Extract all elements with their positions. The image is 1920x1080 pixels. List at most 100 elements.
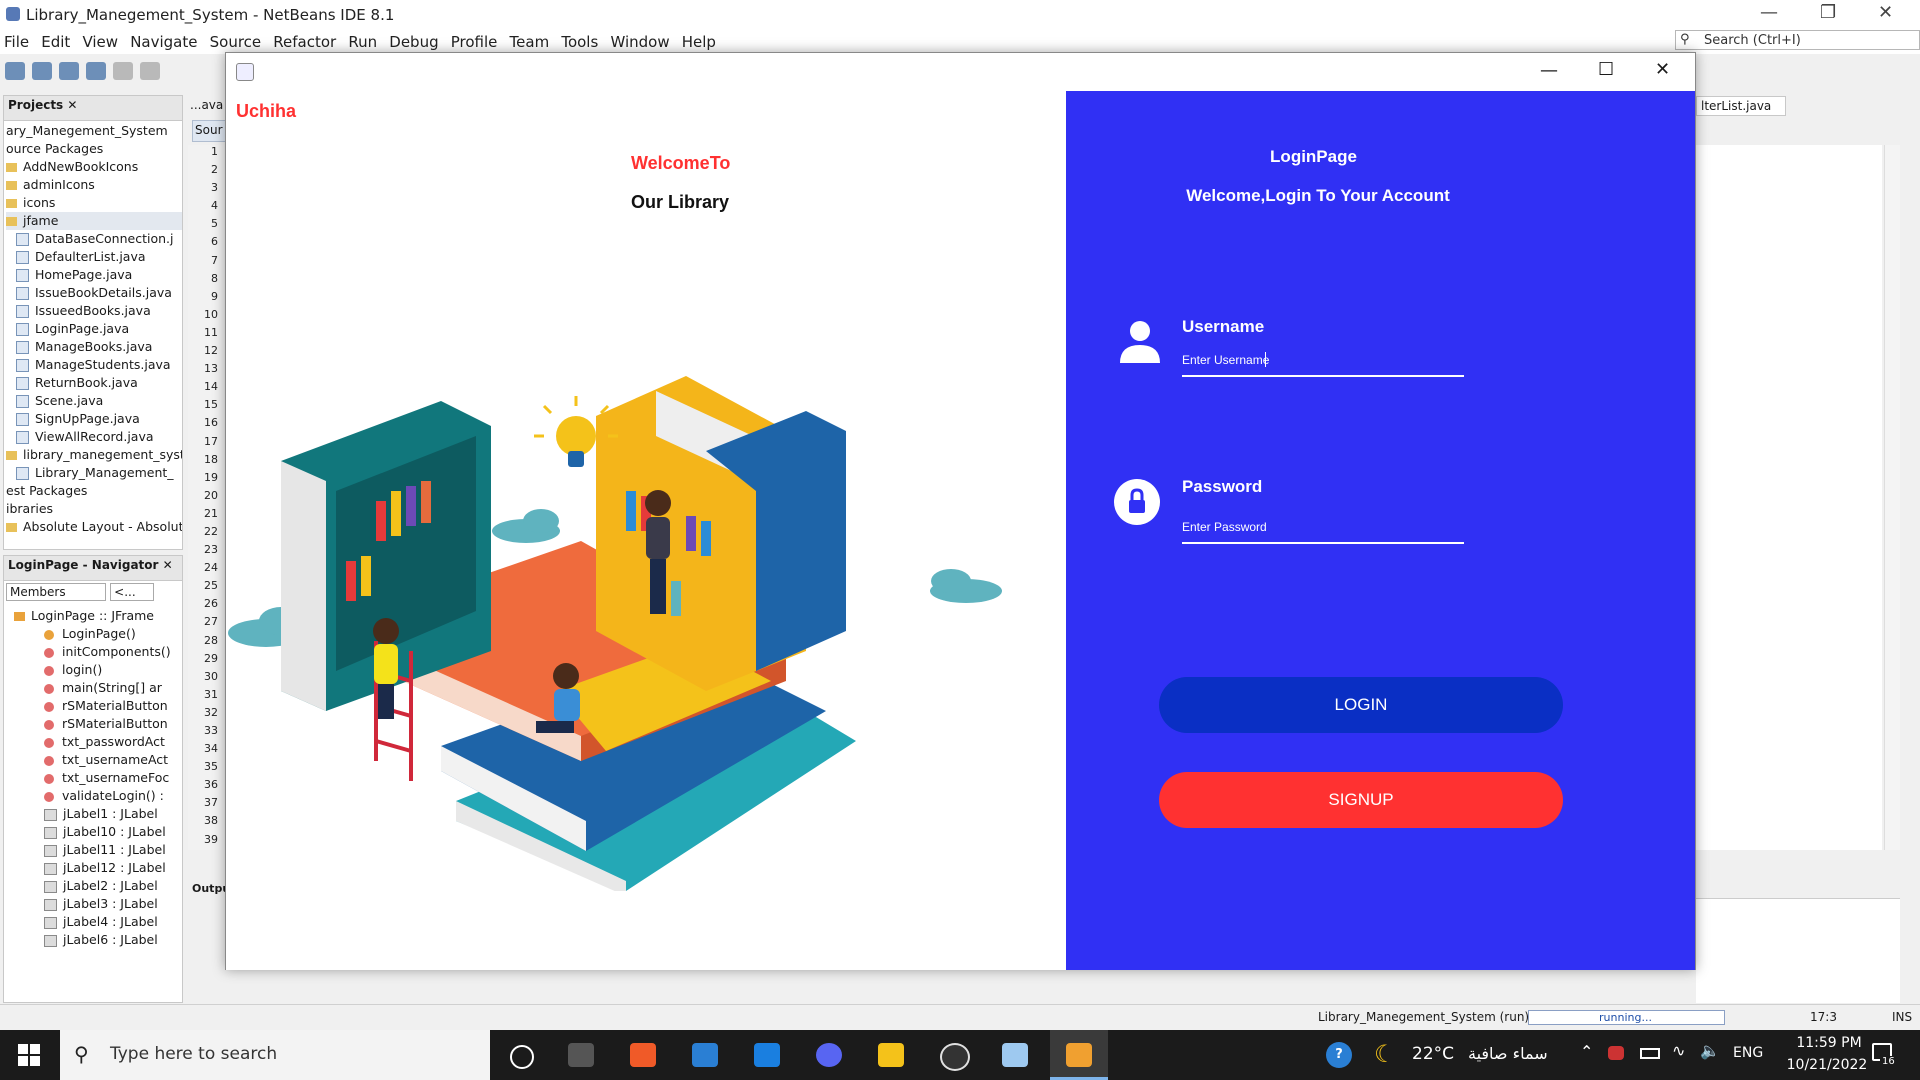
- redo-icon[interactable]: [140, 62, 160, 80]
- menu-team[interactable]: Team: [506, 30, 554, 54]
- open-project-icon[interactable]: [59, 62, 79, 80]
- tree-item[interactable]: ManageBooks.java: [6, 338, 182, 356]
- save-all-icon[interactable]: [86, 62, 106, 80]
- editor-tab[interactable]: ...ava: [190, 98, 226, 118]
- clock-time[interactable]: 11:59 PM: [1784, 1035, 1874, 1051]
- nav-item[interactable]: jLabel3 : JLabel: [14, 895, 182, 913]
- menu-debug[interactable]: Debug: [385, 30, 442, 54]
- task-view-icon[interactable]: [510, 1045, 534, 1069]
- language-indicator[interactable]: ENG: [1733, 1045, 1763, 1061]
- clock-date[interactable]: 10/21/2022: [1780, 1057, 1874, 1073]
- source-tab[interactable]: Sour: [192, 120, 226, 142]
- menu-profile[interactable]: Profile: [447, 30, 502, 54]
- nav-item[interactable]: txt_usernameFoc: [14, 769, 182, 787]
- navigator-tab[interactable]: LoginPage - Navigator ✕: [4, 556, 182, 581]
- menu-run[interactable]: Run: [344, 30, 381, 54]
- right-editor-scrollbar[interactable]: [1884, 145, 1900, 850]
- store-icon[interactable]: [692, 1043, 718, 1067]
- tree-item[interactable]: IssueedBooks.java: [6, 302, 182, 320]
- tree-item[interactable]: icons: [6, 194, 182, 212]
- antivirus-icon[interactable]: [1608, 1046, 1624, 1060]
- menu-view[interactable]: View: [78, 30, 122, 54]
- menu-refactor[interactable]: Refactor: [269, 30, 340, 54]
- window-close-icon[interactable]: ✕: [1655, 59, 1670, 80]
- tree-item[interactable]: ary_Manegement_System: [6, 122, 182, 140]
- right-editor-tab[interactable]: lterList.java: [1696, 96, 1786, 116]
- login-button[interactable]: LOGIN: [1159, 677, 1563, 733]
- tree-item[interactable]: ManageStudents.java: [6, 356, 182, 374]
- tree-item[interactable]: ViewAllRecord.java: [6, 428, 182, 446]
- nav-item[interactable]: txt_passwordAct: [14, 733, 182, 751]
- nav-item[interactable]: jLabel4 : JLabel: [14, 913, 182, 931]
- tree-item[interactable]: HomePage.java: [6, 266, 182, 284]
- filter-select[interactable]: <...: [110, 583, 155, 601]
- brave-icon[interactable]: [630, 1043, 656, 1067]
- tree-item[interactable]: Library_Management_: [6, 464, 182, 482]
- wifi-icon[interactable]: ∿: [1672, 1041, 1685, 1060]
- tree-item[interactable]: DefaulterList.java: [6, 248, 182, 266]
- new-project-icon[interactable]: [5, 62, 25, 80]
- nav-item[interactable]: LoginPage(): [14, 625, 182, 643]
- file-explorer-icon[interactable]: [878, 1043, 904, 1067]
- menu-help[interactable]: Help: [678, 30, 720, 54]
- nav-item[interactable]: jLabel10 : JLabel: [14, 823, 182, 841]
- output-tab[interactable]: Outpu: [192, 882, 230, 900]
- close-icon[interactable]: ✕: [1878, 2, 1893, 23]
- temperature[interactable]: 22°C: [1412, 1044, 1454, 1064]
- discord-icon[interactable]: [816, 1043, 842, 1067]
- ide-search-input[interactable]: ⚲ Search (Ctrl+I): [1675, 30, 1920, 50]
- nav-item[interactable]: jLabel11 : JLabel: [14, 841, 182, 859]
- menu-file[interactable]: File: [0, 30, 33, 54]
- window-maximize-icon[interactable]: ☐: [1598, 59, 1614, 80]
- tree-item[interactable]: IssueBookDetails.java: [6, 284, 182, 302]
- menu-navigate[interactable]: Navigate: [126, 30, 201, 54]
- tree-item[interactable]: SignUpPage.java: [6, 410, 182, 428]
- members-select[interactable]: Members: [6, 583, 106, 601]
- virtualbox-icon[interactable]: [1002, 1043, 1028, 1067]
- nav-item[interactable]: LoginPage :: JFrame: [14, 607, 182, 625]
- tree-item[interactable]: ource Packages: [6, 140, 182, 158]
- nav-item[interactable]: jLabel12 : JLabel: [14, 859, 182, 877]
- undo-icon[interactable]: [113, 62, 133, 80]
- nav-item[interactable]: validateLogin() :: [14, 787, 182, 805]
- mail-icon[interactable]: [754, 1043, 780, 1067]
- tree-item[interactable]: AddNewBookIcons: [6, 158, 182, 176]
- projects-tab[interactable]: Projects ✕: [4, 96, 182, 121]
- tree-item[interactable]: jfame: [6, 212, 182, 230]
- password-input[interactable]: Enter Password: [1182, 520, 1464, 534]
- menu-source[interactable]: Source: [206, 30, 266, 54]
- signup-button[interactable]: SIGNUP: [1159, 772, 1563, 828]
- new-file-icon[interactable]: [32, 62, 52, 80]
- menu-edit[interactable]: Edit: [37, 30, 74, 54]
- widgets-icon[interactable]: [568, 1043, 594, 1067]
- nav-item[interactable]: rSMaterialButton: [14, 697, 182, 715]
- nav-item[interactable]: jLabel6 : JLabel: [14, 931, 182, 949]
- weather-text[interactable]: سماء صافية: [1468, 1044, 1548, 1063]
- username-input[interactable]: Enter Username: [1182, 353, 1464, 367]
- restore-icon[interactable]: ❐: [1820, 2, 1836, 23]
- nav-item[interactable]: jLabel1 : JLabel: [14, 805, 182, 823]
- tree-item[interactable]: library_manegement_syst: [6, 446, 182, 464]
- nav-item[interactable]: rSMaterialButton: [14, 715, 182, 733]
- tree-item[interactable]: LoginPage.java: [6, 320, 182, 338]
- minimize-icon[interactable]: —: [1760, 2, 1778, 23]
- help-icon[interactable]: ?: [1326, 1042, 1352, 1068]
- nav-item[interactable]: txt_usernameAct: [14, 751, 182, 769]
- nav-item[interactable]: initComponents(): [14, 643, 182, 661]
- nav-item[interactable]: jLabel2 : JLabel: [14, 877, 182, 895]
- tree-item[interactable]: Scene.java: [6, 392, 182, 410]
- tree-item[interactable]: ibraries: [6, 500, 182, 518]
- menu-window[interactable]: Window: [606, 30, 673, 54]
- tree-item[interactable]: ReturnBook.java: [6, 374, 182, 392]
- tree-item[interactable]: est Packages: [6, 482, 182, 500]
- window-minimize-icon[interactable]: —: [1540, 60, 1558, 81]
- media-player-icon[interactable]: [940, 1043, 970, 1071]
- volume-icon[interactable]: 🔈: [1700, 1041, 1720, 1060]
- tree-item[interactable]: Absolute Layout - Absolut: [6, 518, 182, 536]
- menu-tools[interactable]: Tools: [557, 30, 602, 54]
- nav-item[interactable]: main(String[] ar: [14, 679, 182, 697]
- taskbar-search-box[interactable]: ⚲ Type here to search: [60, 1030, 490, 1080]
- chevron-up-icon[interactable]: ⌃: [1580, 1042, 1593, 1061]
- nav-item[interactable]: login(): [14, 661, 182, 679]
- windows-start-icon[interactable]: [18, 1044, 40, 1066]
